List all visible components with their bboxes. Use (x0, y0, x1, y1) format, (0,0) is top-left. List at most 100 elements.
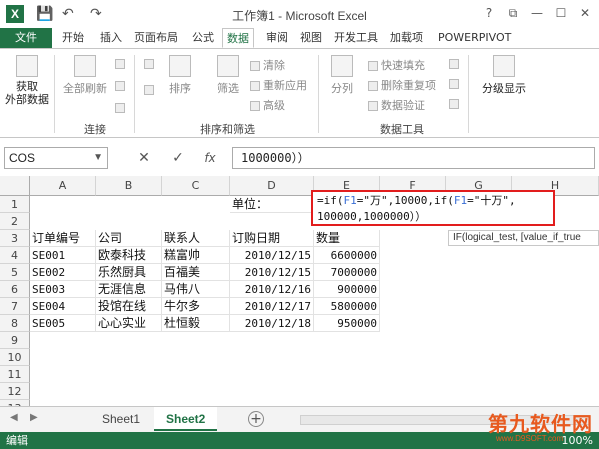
row-header[interactable]: 11 (0, 366, 30, 383)
cell-company[interactable]: 心心实业 (96, 315, 162, 332)
row-header[interactable]: 7 (0, 298, 30, 315)
split-button[interactable]: 分列 (324, 55, 360, 96)
cell-quantity[interactable]: 950000 (314, 315, 380, 332)
flash-fill-button[interactable]: 快速填充 (368, 57, 425, 73)
cell-order-id[interactable]: SE003 (30, 281, 96, 298)
minimize-button[interactable]: — (526, 3, 548, 23)
data-validation-button[interactable]: 数据验证 (368, 97, 425, 113)
cell-date[interactable]: 2010/12/17 (230, 298, 314, 315)
next-sheet-icon[interactable]: ▶ (30, 412, 38, 423)
cell-order-id[interactable]: SE002 (30, 264, 96, 281)
tab-formulas[interactable]: 公式 (188, 28, 218, 48)
sort-desc-icon[interactable] (140, 83, 160, 96)
enter-icon[interactable]: ✓ (168, 148, 188, 168)
select-all-corner[interactable] (0, 176, 30, 196)
row-header[interactable]: 2 (0, 213, 30, 230)
tab-insert[interactable]: 插入 (96, 28, 126, 48)
column-header[interactable]: A (30, 176, 96, 196)
sheet-tab-sheet1[interactable]: Sheet1 (90, 407, 152, 431)
properties-icon[interactable] (114, 79, 128, 92)
sort-button[interactable]: 排序 (162, 55, 198, 96)
advanced-button[interactable]: 高级 (250, 97, 285, 113)
relationships-icon[interactable] (448, 97, 462, 110)
tab-data[interactable]: 数据 (222, 28, 254, 48)
cell-header[interactable]: 公司 (96, 230, 162, 247)
tab-home[interactable]: 开始 (58, 28, 88, 48)
prev-sheet-icon[interactable]: ◀ (10, 412, 18, 423)
tab-powerpivot[interactable]: POWERPIVOT (434, 28, 515, 48)
cell-header[interactable]: 订单编号 (30, 230, 96, 247)
tab-page-layout[interactable]: 页面布局 (130, 28, 182, 48)
restore-ribbon-button[interactable]: ⧉ (502, 3, 524, 23)
cell-contact[interactable]: 马伟八 (162, 281, 230, 298)
row-header[interactable]: 1 (0, 196, 30, 213)
cell-date[interactable]: 2010/12/18 (230, 315, 314, 332)
cell-contact[interactable]: 牛尔多 (162, 298, 230, 315)
ribbon-tabs: 文件 开始 插入 页面布局 公式 数据 审阅 视图 开发工具 加载项 POWER… (0, 28, 599, 48)
sort-asc-icon[interactable] (140, 57, 160, 70)
connections-icon[interactable] (114, 57, 128, 70)
tab-file[interactable]: 文件 (0, 28, 52, 48)
cell-d1[interactable]: 单位： (230, 196, 314, 213)
formula-line-2: 100000,1000000）） (317, 210, 427, 223)
row-header[interactable]: 9 (0, 332, 30, 349)
row-header[interactable]: 10 (0, 349, 30, 366)
tab-developer[interactable]: 开发工具 (330, 28, 382, 48)
cell-quantity[interactable]: 900000 (314, 281, 380, 298)
cell-company[interactable]: 投馆在线 (96, 298, 162, 315)
column-header[interactable]: C (162, 176, 230, 196)
watermark-logo: 第九软件网 (488, 412, 593, 436)
column-header[interactable]: B (96, 176, 162, 196)
cell-date[interactable]: 2010/12/15 (230, 247, 314, 264)
cell-company[interactable]: 无涯信息 (96, 281, 162, 298)
edit-links-icon[interactable] (114, 101, 128, 114)
cell-company[interactable]: 乐然厨具 (96, 264, 162, 281)
cancel-icon[interactable]: ✕ (134, 148, 154, 168)
consolidate-icon[interactable] (448, 57, 462, 70)
cell-quantity[interactable]: 6600000 (314, 247, 380, 264)
function-tooltip[interactable]: IF(logical_test, [value_if_true (448, 230, 599, 246)
sheet-tab-sheet2[interactable]: Sheet2 (154, 407, 218, 431)
get-external-data-button[interactable]: 获取 外部数据 (4, 55, 50, 106)
outline-button[interactable]: 分级显示 (476, 55, 532, 96)
row-header[interactable]: 3 (0, 230, 30, 247)
cell-contact[interactable]: 百福美 (162, 264, 230, 281)
cell-header[interactable]: 联系人 (162, 230, 230, 247)
add-sheet-icon[interactable]: + (248, 411, 264, 427)
name-box[interactable]: COS ▼ (4, 147, 108, 169)
cell-order-id[interactable]: SE005 (30, 315, 96, 332)
formula-input[interactable]: 1000000）） (232, 147, 595, 169)
cell-header[interactable]: 订购日期 (230, 230, 314, 247)
row-header[interactable]: 12 (0, 383, 30, 400)
close-button[interactable]: ✕ (574, 3, 596, 23)
cell-quantity[interactable]: 5800000 (314, 298, 380, 315)
clear-button[interactable]: 清除 (250, 57, 285, 73)
cell-date[interactable]: 2010/12/15 (230, 264, 314, 281)
filter-button[interactable]: 筛选 (210, 55, 246, 96)
cell-order-id[interactable]: SE004 (30, 298, 96, 315)
tab-view[interactable]: 视图 (296, 28, 326, 48)
row-header[interactable]: 4 (0, 247, 30, 264)
cell-contact[interactable]: 杜恒毅 (162, 315, 230, 332)
cell-order-id[interactable]: SE001 (30, 247, 96, 264)
cell-header[interactable]: 数量 (314, 230, 380, 247)
tab-addins[interactable]: 加载项 (386, 28, 427, 48)
cell-date[interactable]: 2010/12/16 (230, 281, 314, 298)
refresh-all-button[interactable]: 全部刷新 (60, 55, 110, 96)
cell-quantity[interactable]: 7000000 (314, 264, 380, 281)
tab-review[interactable]: 审阅 (262, 28, 292, 48)
remove-duplicates-button[interactable]: 删除重复项 (368, 77, 436, 93)
cell-contact[interactable]: 糕富帅 (162, 247, 230, 264)
maximize-button[interactable]: ☐ (550, 3, 572, 23)
help-button[interactable]: ? (478, 3, 500, 23)
cell-edit-box[interactable]: =if(F1="万",10000,if(F1="十万", 100000,1000… (311, 190, 555, 226)
chevron-down-icon[interactable]: ▼ (93, 148, 103, 168)
insert-function-icon[interactable]: fx (200, 148, 220, 168)
cell-company[interactable]: 欧泰科技 (96, 247, 162, 264)
row-header[interactable]: 6 (0, 281, 30, 298)
column-header[interactable]: D (230, 176, 314, 196)
row-header[interactable]: 8 (0, 315, 30, 332)
reapply-button[interactable]: 重新应用 (250, 77, 307, 93)
row-header[interactable]: 5 (0, 264, 30, 281)
what-if-icon[interactable] (448, 77, 462, 90)
